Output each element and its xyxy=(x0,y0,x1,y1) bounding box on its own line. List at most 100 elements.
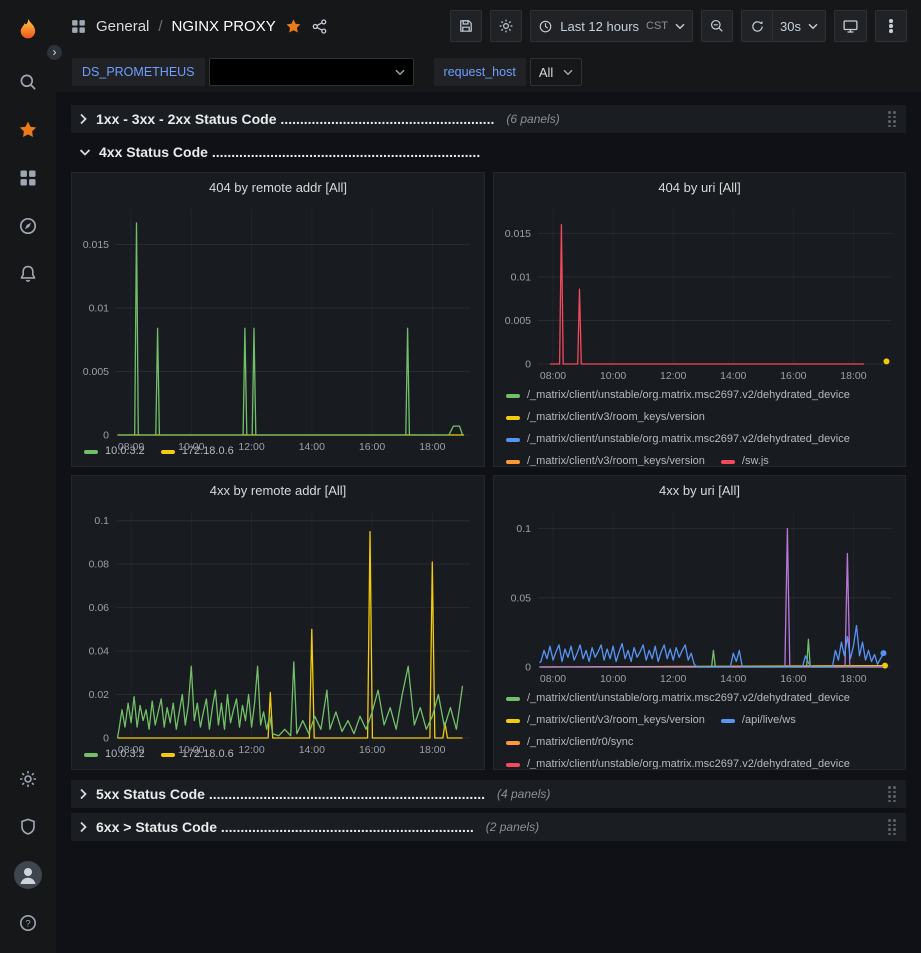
variable-value-ds-prometheus[interactable] xyxy=(209,58,414,86)
legend-swatch xyxy=(506,460,520,464)
help-icon: ? xyxy=(18,913,38,933)
compass-icon xyxy=(18,216,38,236)
legend-item[interactable]: /_matrix/client/unstable/org.matrix.msc2… xyxy=(506,432,850,447)
sidebar-item-alerting[interactable] xyxy=(0,250,56,298)
sidebar-item-help[interactable]: ? xyxy=(0,899,56,947)
timeseries-chart-404-remote-addr[interactable]: 00.0050.010.01508:0010:0012:0014:0016:00… xyxy=(72,201,484,440)
timeseries-chart-4xx-remote-addr[interactable]: 00.020.040.060.080.108:0010:0012:0014:00… xyxy=(72,504,484,743)
star-filled-icon[interactable] xyxy=(285,18,302,35)
panel-title[interactable]: 404 by uri [All] xyxy=(494,173,905,201)
legend-swatch xyxy=(506,416,520,420)
chart-legend: /_matrix/client/unstable/org.matrix.msc2… xyxy=(494,687,905,769)
svg-text:0.005: 0.005 xyxy=(505,315,531,327)
sidebar-item-profile[interactable] xyxy=(0,851,56,899)
svg-text:10:00: 10:00 xyxy=(600,370,626,382)
clock-icon xyxy=(538,19,553,34)
legend-item[interactable]: /_matrix/client/unstable/org.matrix.msc2… xyxy=(506,757,850,769)
row-panel-count: (4 panels) xyxy=(497,787,550,801)
variable-label-request-host[interactable]: request_host xyxy=(434,58,526,86)
legend-label: /_matrix/client/unstable/org.matrix.msc2… xyxy=(527,691,850,706)
svg-text:0.05: 0.05 xyxy=(511,592,532,604)
legend-label: /_matrix/client/v3/room_keys/version xyxy=(527,410,705,425)
dashboard-title[interactable]: NGINX PROXY xyxy=(172,18,276,35)
legend-swatch xyxy=(506,741,520,745)
svg-text:18:00: 18:00 xyxy=(840,370,866,382)
legend-item[interactable]: /_matrix/client/v3/room_keys/version xyxy=(506,713,705,728)
legend-item[interactable]: /_matrix/client/unstable/org.matrix.msc2… xyxy=(506,388,850,403)
legend-label: /_matrix/client/v3/room_keys/version xyxy=(527,713,705,728)
breadcrumb-section[interactable]: General xyxy=(96,18,149,35)
svg-text:0.04: 0.04 xyxy=(89,646,110,658)
chevron-down-icon xyxy=(79,148,91,157)
legend-swatch xyxy=(506,763,520,767)
svg-text:08:00: 08:00 xyxy=(540,370,566,382)
svg-text:0.08: 0.08 xyxy=(89,559,110,571)
legend-item[interactable]: /_matrix/client/v3/room_keys/version xyxy=(506,454,705,466)
legend-item[interactable]: /api/live/ws xyxy=(721,713,796,728)
row-header-4xx[interactable]: 4xx Status Code ........................… xyxy=(71,138,906,166)
chevron-down-icon xyxy=(675,23,685,30)
sidebar-item-dashboards[interactable] xyxy=(0,154,56,202)
row-header-6xx[interactable]: 6xx > Status Code ......................… xyxy=(71,813,906,841)
legend-item[interactable]: /_matrix/client/unstable/org.matrix.msc2… xyxy=(506,691,850,706)
more-options-button[interactable] xyxy=(875,10,907,42)
svg-text:12:00: 12:00 xyxy=(660,673,686,685)
sidebar-item-explore[interactable] xyxy=(0,202,56,250)
row-header-5xx[interactable]: 5xx Status Code ........................… xyxy=(71,780,906,808)
timezone-label: CST xyxy=(646,20,668,32)
refresh-interval-dropdown[interactable]: 30s xyxy=(772,10,826,42)
share-icon[interactable] xyxy=(311,18,328,35)
legend-label: /_matrix/client/unstable/org.matrix.msc2… xyxy=(527,757,850,769)
row-title: 4xx Status Code ........................… xyxy=(99,144,480,160)
panel-title[interactable]: 4xx by remote addr [All] xyxy=(72,476,484,504)
chevron-down-icon xyxy=(808,23,818,30)
panel-grid-4xx: 404 by remote addr [All] 00.0050.010.015… xyxy=(71,172,906,770)
svg-text:10:00: 10:00 xyxy=(178,441,204,453)
timeseries-chart-4xx-uri[interactable]: 00.050.108:0010:0012:0014:0016:0018:00 xyxy=(494,504,905,687)
variable-label-ds-prometheus[interactable]: DS_PROMETHEUS xyxy=(72,58,205,86)
panel-4xx-by-remote-addr: 4xx by remote addr [All] 00.020.040.060.… xyxy=(71,475,485,770)
row-title: 6xx > Status Code ......................… xyxy=(96,819,474,835)
panel-title[interactable]: 4xx by uri [All] xyxy=(494,476,905,504)
svg-text:12:00: 12:00 xyxy=(660,370,686,382)
variable-value-request-host[interactable]: All xyxy=(530,58,582,86)
chevron-down-icon xyxy=(395,69,405,76)
sidebar-item-security[interactable] xyxy=(0,803,56,851)
timeseries-chart-404-uri[interactable]: 00.0050.010.01508:0010:0012:0014:0016:00… xyxy=(494,201,905,384)
variables-bar: DS_PROMETHEUS request_host All xyxy=(56,52,921,92)
legend-swatch xyxy=(506,438,520,442)
row-drag-handle[interactable] xyxy=(886,109,898,129)
svg-text:0.1: 0.1 xyxy=(516,523,531,535)
dashboard-settings-button[interactable] xyxy=(490,10,522,42)
chart-legend: /_matrix/client/unstable/org.matrix.msc2… xyxy=(494,384,905,466)
svg-text:14:00: 14:00 xyxy=(720,370,746,382)
svg-text:16:00: 16:00 xyxy=(780,370,806,382)
panel-title[interactable]: 404 by remote addr [All] xyxy=(72,173,484,201)
svg-text:0.01: 0.01 xyxy=(511,271,532,283)
save-button[interactable] xyxy=(450,10,482,42)
bell-icon xyxy=(18,264,38,284)
dashboard-canvas: 1xx - 3xx - 2xx Status Code ............… xyxy=(56,92,921,953)
time-range-picker[interactable]: Last 12 hours CST xyxy=(530,10,693,42)
row-header-1xx-3xx-2xx[interactable]: 1xx - 3xx - 2xx Status Code ............… xyxy=(71,105,906,133)
row-title: 1xx - 3xx - 2xx Status Code ............… xyxy=(96,111,494,127)
zoom-out-button[interactable] xyxy=(701,10,733,42)
avatar xyxy=(14,861,42,889)
legend-swatch xyxy=(506,697,520,701)
sidebar-item-starred[interactable] xyxy=(0,106,56,154)
chevron-right-icon xyxy=(79,113,88,125)
legend-item[interactable]: /_matrix/client/r0/sync xyxy=(506,735,633,750)
row-panel-count: (2 panels) xyxy=(486,820,539,834)
svg-text:16:00: 16:00 xyxy=(780,673,806,685)
legend-item[interactable]: /sw.js xyxy=(721,454,769,466)
sidebar-item-settings[interactable] xyxy=(0,755,56,803)
sidebar-item-search[interactable] xyxy=(0,58,56,106)
sidebar-expand-button[interactable]: › xyxy=(46,44,63,61)
legend-swatch xyxy=(721,719,735,723)
row-drag-handle[interactable] xyxy=(886,817,898,837)
svg-text:08:00: 08:00 xyxy=(118,441,144,453)
row-drag-handle[interactable] xyxy=(886,784,898,804)
cycle-view-button[interactable] xyxy=(834,10,867,42)
refresh-button[interactable] xyxy=(741,10,773,42)
legend-item[interactable]: /_matrix/client/v3/room_keys/version xyxy=(506,410,705,425)
